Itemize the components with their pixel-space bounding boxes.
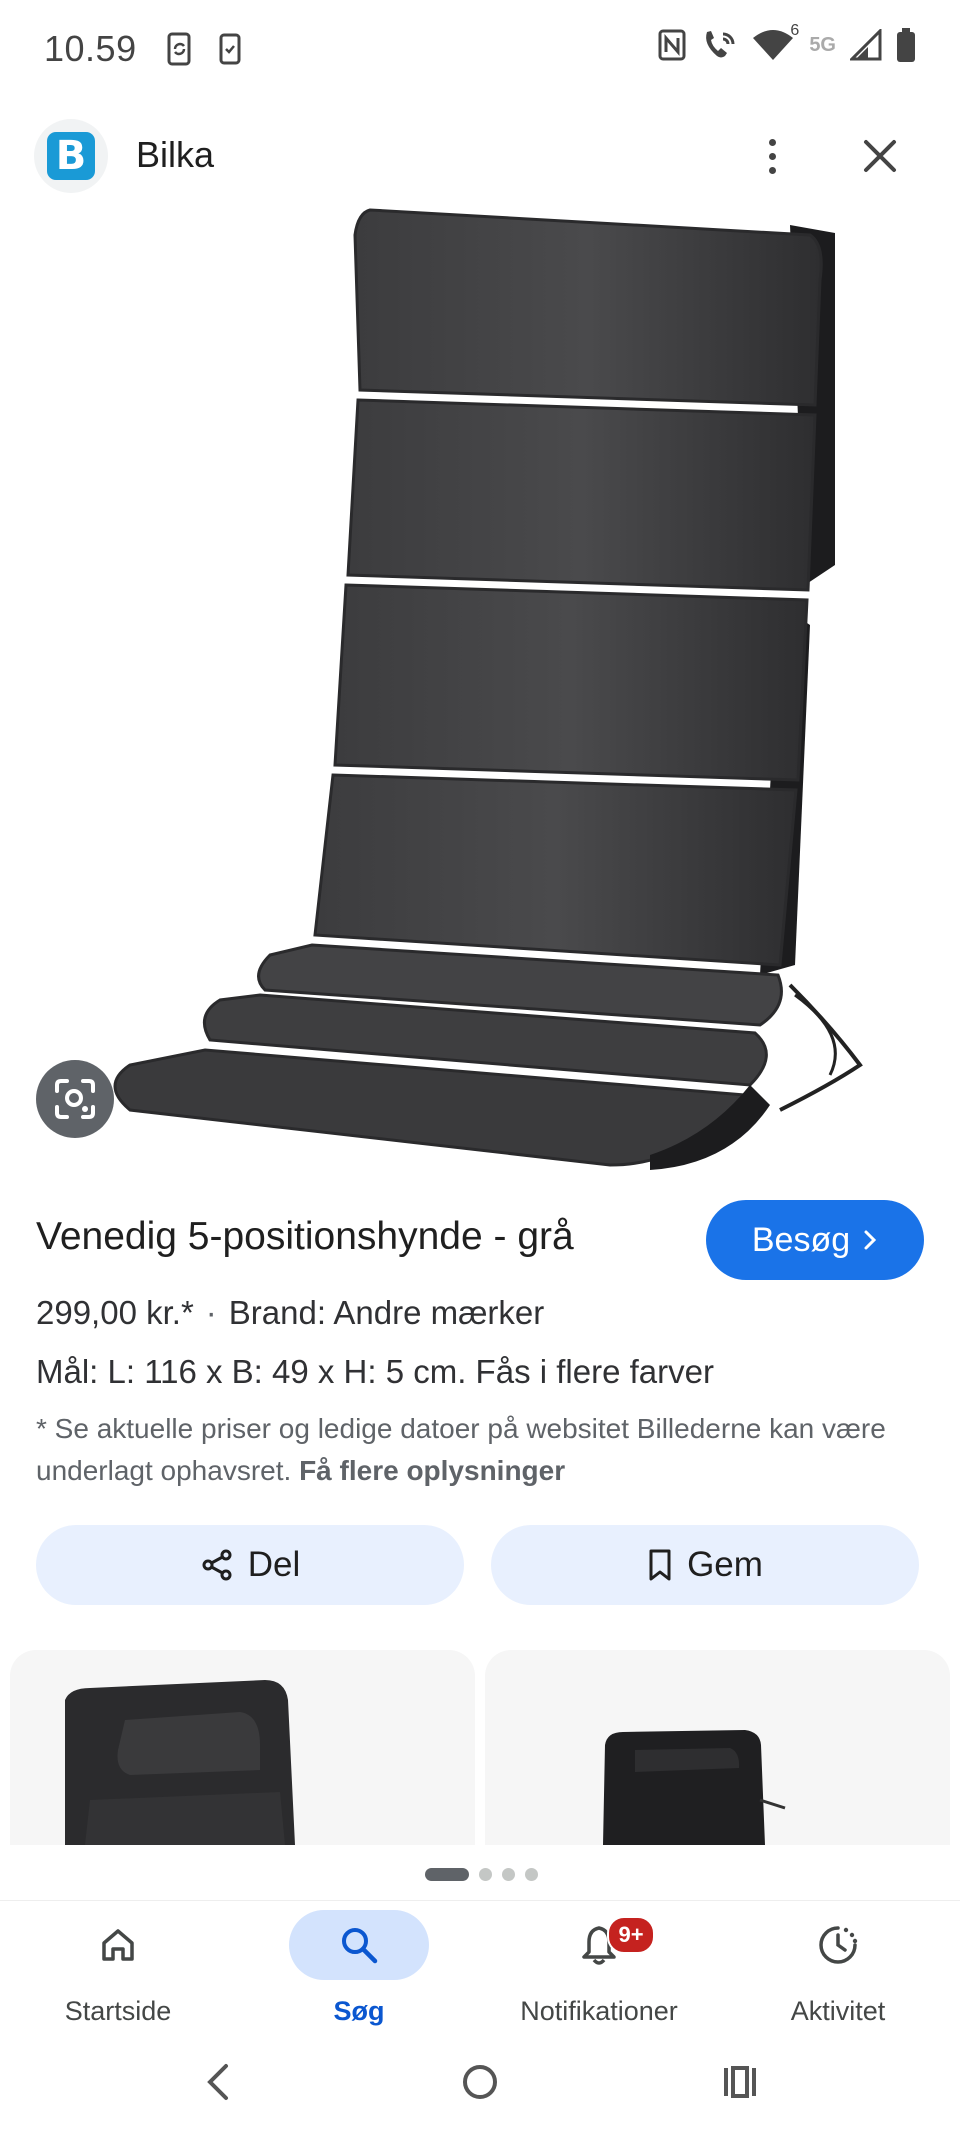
related-item[interactable] [10, 1650, 475, 1845]
visit-button[interactable]: Besøg [706, 1200, 924, 1280]
nav-notifications[interactable]: 9+ Notifikationer [489, 1910, 709, 2027]
nav-search[interactable]: Søg [249, 1910, 469, 2027]
signal-icon [850, 29, 882, 61]
phone-sync-icon [165, 32, 195, 66]
product-title: Venedig 5-positionshynde - grå [36, 1215, 574, 1258]
clipboard-icon [218, 32, 248, 66]
system-recents-button[interactable] [720, 2060, 760, 2109]
activity-icon [819, 1926, 858, 1964]
chevron-right-icon [864, 1230, 877, 1250]
share-button[interactable]: Del [36, 1525, 464, 1605]
recents-icon [724, 2066, 756, 2098]
nav-label: Startside [64, 1996, 172, 2026]
carousel-pager [425, 1868, 538, 1881]
close-button[interactable] [856, 132, 904, 180]
product-meta: 299,00 kr.* · Brand: Andre mærker [36, 1294, 544, 1332]
more-info-link[interactable]: Få flere oplysninger [299, 1455, 565, 1486]
price-disclaimer: * Se aktuelle priser og ledige datoer på… [36, 1408, 916, 1492]
google-lens-button[interactable] [36, 1060, 114, 1138]
visit-label: Besøg [751, 1220, 851, 1259]
save-button[interactable]: Gem [491, 1525, 919, 1605]
pager-dot-active [425, 1868, 469, 1881]
share-label: Del [247, 1545, 301, 1584]
nav-home[interactable]: Startside [8, 1910, 228, 2027]
site-logo[interactable]: B [34, 119, 108, 193]
lens-icon [55, 1079, 95, 1119]
related-image-cushion [603, 1730, 786, 1845]
bilka-logo-icon: B [47, 132, 95, 180]
more-options-button[interactable] [752, 130, 792, 182]
nav-label: Aktivitet [790, 1996, 886, 2026]
system-back-button[interactable] [198, 2060, 238, 2109]
pager-dot [525, 1868, 538, 1881]
wifi-icon: 6 [751, 22, 799, 62]
save-label: Gem [687, 1545, 763, 1584]
battery-icon [897, 28, 915, 62]
product-price: 299,00 kr.* [36, 1294, 194, 1331]
back-icon [207, 2064, 228, 2100]
close-icon [864, 140, 896, 172]
home-circle-icon [463, 2065, 497, 2099]
product-brand: Brand: Andre mærker [228, 1294, 545, 1331]
notification-badge: 9+ [607, 1916, 655, 1954]
meta-separator: · [205, 1294, 217, 1331]
pager-dot [502, 1868, 515, 1881]
status-icons: 6 5G [657, 22, 916, 62]
home-icon [102, 1929, 134, 1961]
share-icon [202, 1549, 232, 1581]
wifi-calling-icon [706, 31, 735, 58]
bookmark-icon [649, 1549, 671, 1581]
nav-label: Notifikationer [520, 1996, 678, 2026]
product-description: Mål: L: 116 x B: 49 x H: 5 cm. Fås i fle… [36, 1353, 714, 1390]
pager-dot [479, 1868, 492, 1881]
status-time: 10.59 [44, 28, 137, 69]
related-item[interactable] [485, 1650, 950, 1845]
nav-activity[interactable]: Aktivitet [728, 1910, 948, 2027]
nfc-icon [658, 29, 686, 61]
search-icon [342, 1928, 378, 1964]
nav-label: Søg [333, 1996, 385, 2026]
system-home-button[interactable] [460, 2060, 500, 2109]
product-image[interactable] [90, 205, 890, 1175]
site-name[interactable]: Bilka [136, 134, 214, 176]
network-type: 5G [809, 33, 836, 56]
related-image-cushion [65, 1680, 295, 1845]
